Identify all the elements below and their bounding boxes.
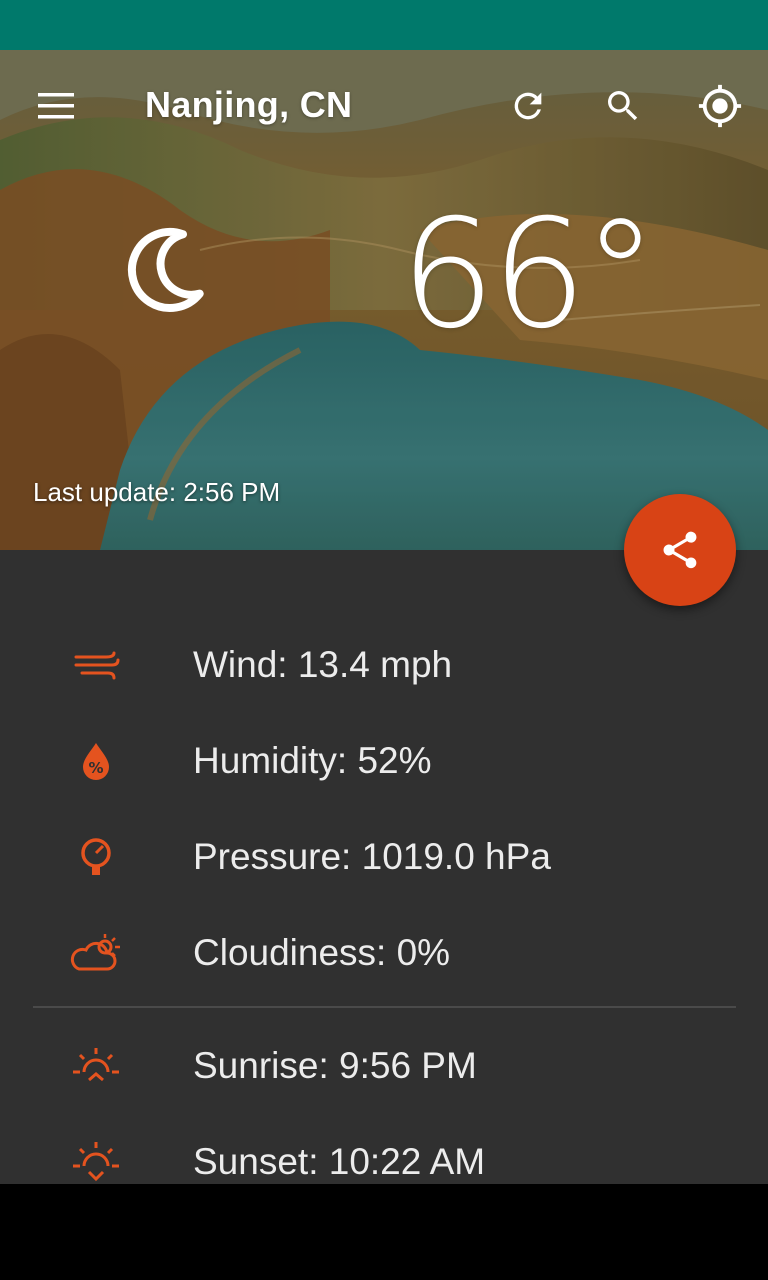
- city-title: Nanjing, CN: [145, 84, 353, 125]
- cloudiness-text: Cloudiness: 0%: [193, 932, 451, 973]
- wind-text: Wind: 13.4 mph: [193, 644, 453, 685]
- detail-row-sunrise: Sunrise: 9:56 PM: [0, 1018, 768, 1114]
- pressure-text: Pressure: 1019.0 hPa: [193, 836, 551, 877]
- weather-screen: Nanjing, CN 66° Last update: 2:56 PM Win…: [0, 0, 768, 1280]
- pressure-icon: [64, 831, 128, 883]
- details-panel: Wind: 13.4 mph % Humidity: 52% Pressure:…: [0, 550, 768, 1184]
- humidity-icon: %: [64, 735, 128, 787]
- detail-row-pressure: Pressure: 1019.0 hPa: [0, 809, 768, 905]
- current-temperature: 66°: [400, 188, 658, 362]
- refresh-button[interactable]: [496, 74, 560, 138]
- search-icon: [608, 91, 638, 121]
- cloudiness-icon: [64, 927, 128, 979]
- search-button[interactable]: [591, 74, 655, 138]
- divider: [33, 1006, 736, 1008]
- refresh-icon: [514, 92, 542, 120]
- status-bar: [0, 0, 768, 50]
- toolbar: [0, 50, 768, 162]
- moon-night-icon: [120, 220, 220, 320]
- sunset-icon: [64, 1136, 128, 1184]
- share-button[interactable]: [624, 494, 736, 606]
- menu-icon: [38, 93, 74, 119]
- wind-icon: [64, 639, 128, 691]
- menu-button[interactable]: [24, 74, 88, 138]
- detail-row-humidity: % Humidity: 52%: [0, 713, 768, 809]
- detail-row-sunset: Sunset: 10:22 AM: [0, 1114, 768, 1184]
- detail-row-wind: Wind: 13.4 mph: [0, 617, 768, 713]
- my-location-button[interactable]: [688, 74, 752, 138]
- sunset-text: Sunset: 10:22 AM: [193, 1141, 486, 1182]
- share-icon: [663, 531, 697, 569]
- last-update-text: Last update: 2:56 PM: [33, 477, 281, 507]
- navigation-bar-area: [0, 1184, 768, 1280]
- sunrise-text: Sunrise: 9:56 PM: [193, 1045, 477, 1086]
- humidity-text: Humidity: 52%: [193, 740, 432, 781]
- detail-row-cloudiness: Cloudiness: 0%: [0, 905, 768, 1001]
- my-location-icon: [698, 84, 742, 128]
- sunrise-icon: [64, 1040, 128, 1092]
- svg-text:%: %: [88, 759, 103, 777]
